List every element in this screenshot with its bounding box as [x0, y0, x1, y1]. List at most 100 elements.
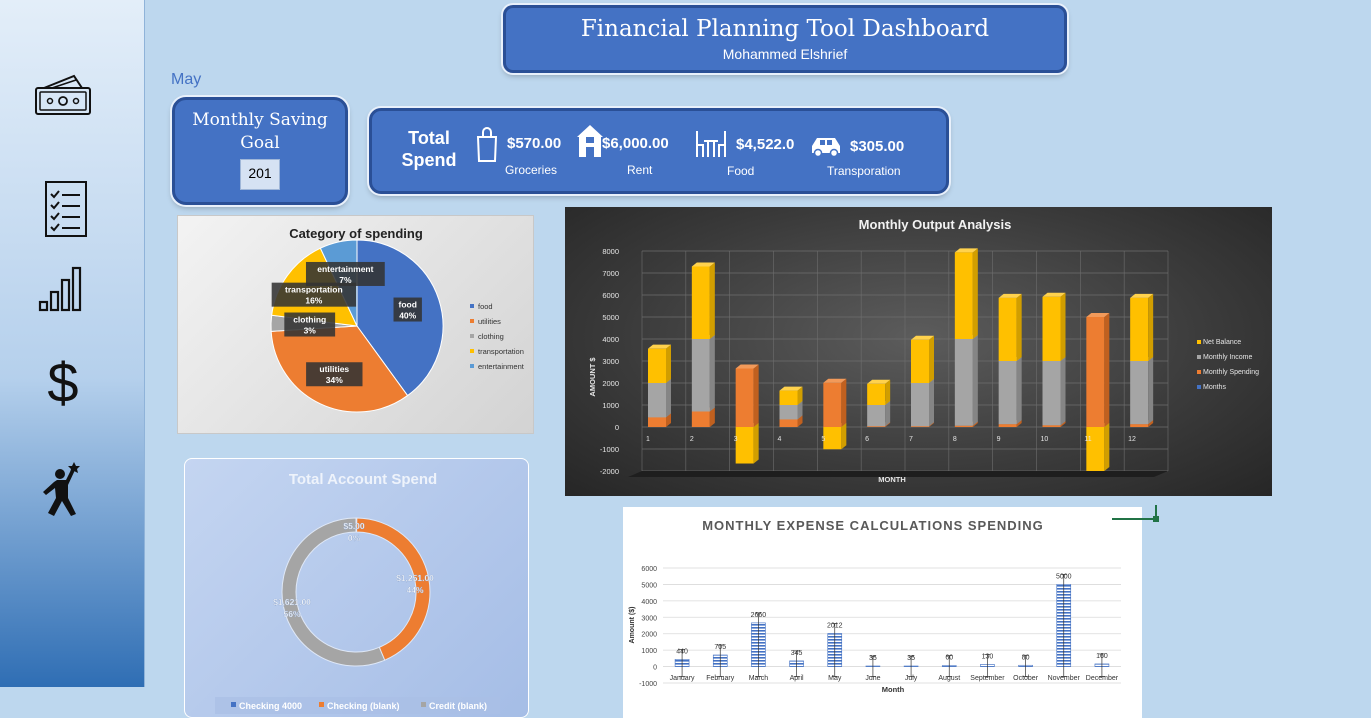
bar-net-balance-side	[1148, 293, 1154, 361]
legend-entry: Net Balance	[1203, 339, 1241, 346]
x-tick-label: 3	[734, 436, 738, 443]
y-tick-label: 6000	[641, 566, 657, 573]
bar-monthly-spending	[911, 426, 929, 427]
bar-net-balance	[823, 427, 842, 450]
data-label: 35	[907, 655, 915, 662]
bar-net-balance-side	[1060, 292, 1066, 361]
bar-net-balance-side	[929, 335, 934, 383]
category-spending-chart[interactable]: Category of spending food 40% utilities 34%…	[177, 215, 534, 434]
y-tick-label: 6000	[602, 291, 619, 300]
bar-monthly-spending	[954, 425, 973, 427]
bar-chart-icon[interactable]	[30, 258, 96, 324]
y-tick-label: 3000	[641, 615, 657, 622]
legend-swatch	[231, 702, 236, 707]
bar-net-balance	[735, 427, 754, 464]
legend-entry: Checking 4000	[239, 701, 302, 711]
bar-net-balance-side	[1104, 423, 1110, 471]
data-label: 440	[676, 648, 688, 655]
bar-net-balance-side	[753, 423, 759, 464]
legend-entry: utilities	[478, 317, 501, 326]
x-axis-title: MONTH	[878, 475, 906, 484]
groceries-value: $570.00	[507, 135, 562, 152]
bar-monthly-spending-side	[753, 364, 759, 427]
house-icon	[577, 125, 603, 157]
total-account-spend-chart[interactable]: Total Account Spend $5.00 0% $1,251.00 44% $…	[184, 458, 529, 718]
bar-monthly-income-side	[709, 335, 715, 412]
y-tick-label: 0	[615, 423, 619, 432]
legend-swatch	[421, 702, 426, 707]
selected-month[interactable]: May	[171, 71, 201, 89]
y-tick-label: 1000	[602, 401, 619, 410]
pie-data-label: utilities	[319, 364, 349, 374]
x-tick-label: December	[1086, 675, 1119, 682]
x-tick-label: 5	[821, 436, 825, 443]
y-tick-label: 3000	[602, 357, 619, 366]
dashboard-title-banner: Financial Planning Tool Dashboard Mohamm…	[503, 5, 1067, 73]
bar-net-balance	[954, 252, 973, 339]
bar-monthly-income-side	[885, 401, 891, 427]
account-chart-title: Total Account Spend	[289, 471, 437, 488]
goal-achiever-icon[interactable]	[30, 458, 96, 524]
legend-entry: Credit (blank)	[429, 701, 487, 711]
x-tick-label: 8	[953, 436, 957, 443]
donut-data-label: $1,251.00	[396, 573, 434, 583]
bar-monthly-income-side	[1060, 357, 1066, 426]
bar-monthly-income	[867, 405, 886, 427]
shopping-bag-icon	[476, 127, 498, 162]
category-chart-title: Category of spending	[289, 226, 423, 241]
data-label: 35	[869, 655, 877, 662]
bar-net-balance-side	[666, 344, 671, 383]
bar-monthly-spending	[998, 424, 1017, 427]
bar-net-balance-side	[885, 379, 891, 405]
saving-goal-value[interactable]: 201	[240, 159, 280, 190]
y-tick-label: 1000	[641, 648, 657, 655]
bar-net-balance	[867, 383, 886, 405]
data-label: 5000	[1056, 573, 1072, 580]
bar-monthly-spending	[691, 411, 710, 427]
legend-entry: transportation	[478, 347, 524, 356]
data-label: 705	[714, 644, 726, 651]
legend-entry: Monthly Income	[1203, 354, 1253, 361]
selected-cell[interactable]	[1112, 505, 1159, 522]
x-tick-label: 7	[909, 436, 913, 443]
legend-entry: Monthly Spending	[1203, 369, 1259, 376]
dollar-icon[interactable]: $	[30, 350, 96, 416]
data-label: 2012	[827, 623, 843, 630]
monthly-expense-chart[interactable]: MONTHLY EXPENSE CALCULATIONS SPENDING -1…	[623, 507, 1142, 718]
bar-monthly-income-side	[1016, 357, 1022, 425]
x-tick-label: April	[790, 675, 804, 682]
pie-data-label: 7%	[339, 275, 352, 285]
x-tick-label: 11	[1084, 436, 1091, 443]
x-axis-title: Month	[882, 685, 905, 694]
legend-entry: Checking (blank)	[327, 701, 400, 711]
money-icon[interactable]	[30, 68, 96, 134]
data-label: 160	[1096, 653, 1108, 660]
data-label: 60	[945, 655, 953, 662]
monthly-output-analysis-chart[interactable]: Monthly Output Analysis -2000 -1000 0 1000 2…	[565, 207, 1272, 496]
bar-monthly-income	[998, 361, 1017, 425]
bar-monthly-income-side	[929, 379, 934, 427]
dining-table-icon	[696, 131, 726, 157]
donut-data-label: 44%	[406, 585, 423, 595]
legend-swatch	[470, 304, 474, 308]
bar-monthly-spending-side	[841, 378, 847, 427]
y-axis-title: AMOUNT $	[588, 357, 597, 397]
checklist-icon[interactable]	[30, 176, 96, 242]
food-label: Food	[727, 164, 755, 178]
bar-monthly-spending	[1130, 424, 1149, 427]
legend-entry: Months	[1203, 384, 1226, 391]
pie-data-label: 34%	[326, 375, 343, 385]
bar-net-balance-side	[709, 262, 715, 339]
bar-monthly-spending	[1042, 425, 1061, 427]
car-icon	[812, 138, 840, 158]
data-label: 2660	[751, 612, 767, 619]
legend-swatch	[1197, 370, 1201, 374]
svg-text:$: $	[47, 351, 78, 414]
output-chart-title: Monthly Output Analysis	[859, 217, 1012, 232]
food-value: $4,522.0	[736, 136, 795, 153]
bar-monthly-spending	[867, 426, 886, 427]
legend-swatch	[1197, 355, 1201, 359]
x-tick-label: September	[970, 675, 1005, 682]
x-tick-label: August	[938, 675, 960, 682]
pie-data-label: transportation	[285, 285, 343, 295]
